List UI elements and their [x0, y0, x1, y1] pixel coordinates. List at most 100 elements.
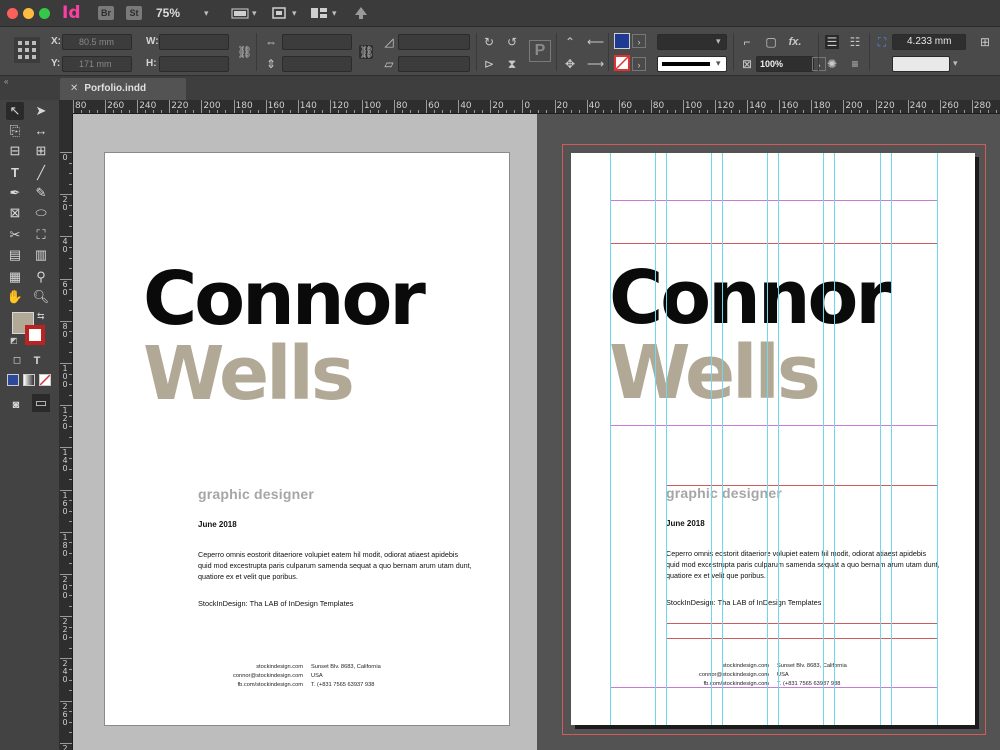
gap-tool-icon[interactable]: ↔	[32, 122, 50, 140]
eyedropper-tool-icon[interactable]: ⚲	[32, 268, 50, 286]
rotation-field[interactable]	[398, 34, 470, 50]
stroke-weight-value[interactable]: 4.233 mm	[892, 34, 966, 50]
rectangle-frame-tool-icon[interactable]: ⊠	[6, 204, 24, 222]
date-text[interactable]: June 2018	[198, 520, 237, 529]
style-field[interactable]	[892, 56, 950, 72]
arrange-documents-icon[interactable]	[310, 6, 328, 20]
width-field[interactable]	[159, 34, 229, 50]
stroke-weight-dropdown-icon[interactable]: ▾	[716, 36, 721, 47]
formatting-container-icon[interactable]: ◻	[8, 352, 26, 370]
rotate-cw-icon[interactable]: ↻	[482, 35, 496, 49]
apply-none-icon[interactable]	[39, 374, 51, 386]
hand-tool-icon[interactable]: ✋	[6, 288, 24, 306]
contact-left[interactable]: stockindesign.com connor@stockindesign.c…	[205, 663, 303, 690]
screen-mode-dropdown-icon[interactable]: ▾	[292, 8, 297, 19]
stroke-type-dropdown-icon[interactable]: ▾	[716, 58, 721, 69]
effects-icon[interactable]: fx.	[788, 35, 802, 49]
drop-shadow-icon[interactable]: ▢	[764, 35, 778, 49]
align-left-icon[interactable]: ☰	[825, 35, 839, 49]
vertical-ruler[interactable]: 0 20 40 60 80 100 120 140 160 180 200 220 240 260 280	[60, 114, 73, 750]
select-next-icon[interactable]: ⟶	[587, 57, 604, 71]
zoom-level[interactable]: 75%	[156, 6, 180, 20]
flip-vertical-icon[interactable]: ⧗	[505, 57, 519, 71]
rotate-ccw-icon[interactable]: ↺	[505, 35, 519, 49]
gradient-feather-tool-icon[interactable]: ▥	[32, 246, 50, 264]
rotate-content-icon[interactable]: P	[529, 40, 551, 62]
role-text[interactable]: graphic designer	[198, 486, 314, 502]
ruler-guide-horizontal[interactable]	[610, 425, 938, 426]
opacity-field[interactable]: 100%	[756, 56, 814, 72]
zoom-window-button[interactable]	[39, 8, 50, 19]
zoom-dropdown-icon[interactable]: ▾	[204, 8, 209, 19]
shear-field[interactable]	[398, 56, 470, 72]
frame-fitting-icon[interactable]: ⛶	[875, 35, 889, 49]
view-options-icon[interactable]	[231, 6, 249, 20]
reference-point-icon[interactable]	[14, 37, 40, 63]
arrange-dropdown-icon[interactable]: ▾	[332, 8, 337, 19]
stock-button[interactable]: St	[126, 6, 142, 20]
stroke-color-swatch[interactable]	[614, 55, 630, 71]
screen-mode-tool-icon[interactable]: ▭	[32, 394, 50, 412]
note-tool-icon[interactable]: ▦	[6, 268, 24, 286]
text-wrap-icon[interactable]: ✺	[825, 57, 839, 71]
scale-y-field[interactable]	[282, 56, 352, 72]
page-preview[interactable]: Connor Wells graphic designer June 2018 …	[104, 152, 510, 726]
content-collector-tool-icon[interactable]: ⊟	[6, 142, 24, 160]
apply-gradient-icon[interactable]	[23, 374, 35, 386]
last-name-text[interactable]: Wells	[143, 337, 355, 411]
publish-online-icon[interactable]	[352, 6, 370, 20]
ruler-guide-horizontal[interactable]	[666, 485, 938, 486]
selection-tool-icon[interactable]: ↖	[6, 102, 24, 120]
free-transform-tool-icon[interactable]: ⛶	[32, 226, 50, 244]
select-previous-icon[interactable]: ⟵	[587, 35, 604, 49]
y-position-field[interactable]: 171 mm	[62, 56, 132, 72]
page-normal-view[interactable]: Connor Wells graphic designer June 2018 …	[571, 153, 975, 725]
ruler-origin[interactable]	[60, 100, 73, 114]
opacity-dropdown-icon[interactable]: ›	[812, 57, 826, 71]
document-tab[interactable]: ✕ Porfolio.indd	[60, 78, 186, 100]
flip-horizontal-icon[interactable]: ⊳	[482, 57, 496, 71]
zoom-tool-icon[interactable]: 🔍︎	[32, 288, 50, 306]
content-placer-tool-icon[interactable]: ⊞	[32, 142, 50, 160]
constrain-scale-icon[interactable]: ⛓	[359, 45, 374, 59]
align-center-icon[interactable]: ☷	[848, 35, 862, 49]
screen-mode-icon[interactable]	[270, 6, 288, 20]
constrain-proportions-icon[interactable]: ⛓	[237, 45, 252, 59]
horizontal-ruler[interactable]: 80 260 240 220 200 180 160 140 120 100 80 60 40 20 0 20…	[73, 100, 1000, 114]
swap-colors-icon[interactable]: ⇆	[37, 311, 45, 322]
baseline-icon[interactable]: ≡	[848, 57, 862, 71]
contact-right[interactable]: Sunset Blv. 8683, California USA T. (+83…	[311, 663, 381, 690]
view-options-dropdown-icon[interactable]: ▾	[252, 8, 257, 19]
first-name-text[interactable]: Connor	[143, 262, 426, 336]
close-tab-icon[interactable]: ✕	[70, 83, 78, 94]
formatting-text-icon[interactable]: T	[28, 352, 46, 370]
collapse-panel-icon[interactable]: «	[4, 77, 8, 86]
select-container-icon[interactable]: ⌃	[563, 35, 577, 49]
ruler-guide-horizontal[interactable]	[666, 623, 938, 624]
direct-selection-tool-icon[interactable]: ➤	[32, 102, 50, 120]
line-tool-icon[interactable]: ╱	[32, 164, 50, 182]
stroke-dropdown-icon[interactable]: ›	[632, 57, 646, 71]
height-field[interactable]	[159, 56, 229, 72]
corner-options-icon[interactable]: ⌐	[740, 35, 754, 49]
fill-color-swatch[interactable]	[614, 33, 630, 49]
apply-color-icon[interactable]	[7, 374, 19, 386]
scissors-tool-icon[interactable]: ✂	[6, 226, 24, 244]
default-colors-icon[interactable]: ◩	[10, 336, 18, 345]
page-tool-icon[interactable]: ⎘	[6, 122, 24, 140]
style-dropdown-icon[interactable]: ▾	[953, 58, 958, 69]
body-text[interactable]: Ceperro omnis eostorit ditaeriore volupi…	[198, 549, 473, 582]
x-position-field[interactable]: 80.5 mm	[62, 34, 132, 50]
panel-menu-icon[interactable]: ⊞	[978, 35, 992, 49]
minimize-window-button[interactable]	[23, 8, 34, 19]
pen-tool-icon[interactable]: ✒	[6, 184, 24, 202]
close-window-button[interactable]	[7, 8, 18, 19]
stroke-swatch[interactable]	[25, 325, 45, 345]
scale-x-field[interactable]	[282, 34, 352, 50]
select-content-icon[interactable]: ✥	[563, 57, 577, 71]
ruler-guide-horizontal[interactable]	[610, 243, 938, 244]
gradient-tool-icon[interactable]: ▤	[6, 246, 24, 264]
tagline-text[interactable]: StockInDesign: Tha LAB of InDesign Templ…	[198, 599, 353, 608]
bridge-button[interactable]: Br	[98, 6, 114, 20]
type-tool-icon[interactable]: T	[6, 164, 24, 182]
